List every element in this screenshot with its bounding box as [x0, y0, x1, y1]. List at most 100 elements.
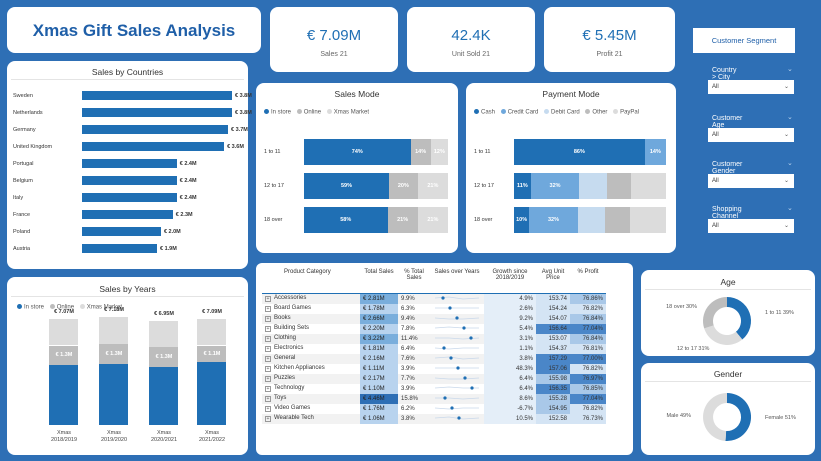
- cell-sparkline: [430, 334, 484, 344]
- donut-slice: [727, 297, 751, 340]
- slicer-value: All: [712, 84, 719, 90]
- slicer-value: All: [712, 178, 719, 184]
- country-label: Portugal: [13, 161, 34, 167]
- category-label: Wearable Tech: [274, 415, 314, 422]
- country-value: € 3.8M: [235, 110, 252, 116]
- col-pct-profit[interactable]: % Profit: [570, 269, 606, 293]
- cell-sparkline: [430, 354, 484, 364]
- cell-growth: 1.1%: [484, 343, 536, 354]
- bar-segment: 21%: [387, 207, 418, 233]
- cell-pct: 6.4%: [401, 345, 415, 352]
- slicer-dropdown[interactable]: All ⌄: [708, 80, 794, 94]
- cell-category: + Building Sets: [262, 324, 360, 334]
- cell-pct: 15.8%: [401, 395, 419, 402]
- expand-icon[interactable]: +: [265, 415, 271, 422]
- expand-icon[interactable]: +: [265, 305, 271, 312]
- cell-profit: 76.82%: [570, 303, 606, 314]
- year-segment: [49, 318, 78, 346]
- year-label: Xmas 2020/2021: [151, 430, 177, 443]
- slicer-dropdown[interactable]: All ⌄: [708, 174, 794, 188]
- cell-growth: 9.2%: [484, 313, 536, 324]
- years-chart-card: Sales by Years In store Online Xmas Mark…: [7, 277, 248, 455]
- country-bar: [82, 159, 177, 168]
- year-online-value: € 1.1M: [203, 350, 221, 357]
- expand-icon[interactable]: +: [265, 405, 271, 412]
- cell-category: + General: [262, 354, 360, 364]
- cell-growth: 6.4%: [484, 383, 536, 394]
- col-pct-sales[interactable]: % Total Sales: [398, 269, 430, 293]
- expand-icon[interactable]: +: [265, 295, 271, 302]
- sparkline-line: [434, 347, 479, 349]
- cell-category: + Kitchen Appliances: [262, 364, 360, 374]
- col-sales-over-years[interactable]: Sales over Years: [430, 269, 484, 293]
- chevron-down-icon[interactable]: ⌄: [787, 113, 793, 121]
- slicer-dropdown[interactable]: All ⌄: [708, 219, 794, 233]
- cell-pct: 3.9%: [401, 385, 415, 392]
- sparkline-dot: [443, 395, 447, 400]
- bar-segment: 74%: [304, 139, 411, 165]
- legend-dot-online: [296, 109, 302, 114]
- expand-icon[interactable]: +: [265, 345, 271, 352]
- country-value: € 2.4M: [179, 178, 197, 184]
- country-bar: [82, 142, 225, 151]
- sparkline: [434, 385, 479, 390]
- chevron-down-icon[interactable]: ⌄: [787, 65, 793, 73]
- sparkline: [435, 305, 479, 310]
- expand-icon[interactable]: +: [265, 335, 271, 342]
- cell-profit: 76.86%: [570, 293, 606, 304]
- country-row: Poland € 2.0M: [13, 227, 223, 237]
- cell-price: 157.29: [536, 353, 570, 364]
- payment-mode-legend: Cash Credit Card Debit Card Other PayPal: [474, 109, 639, 116]
- legend-xmas: Xmas Market: [333, 109, 370, 116]
- col-total-sales[interactable]: Total Sales: [360, 269, 398, 293]
- category-label: Books: [274, 315, 291, 322]
- country-value: € 3.8M: [235, 93, 252, 99]
- cell-sales: € 1.76M: [360, 403, 398, 414]
- sparkline: [434, 315, 480, 320]
- slicer-dropdown[interactable]: All ⌄: [708, 128, 794, 142]
- expand-icon[interactable]: +: [265, 375, 271, 382]
- col-growth[interactable]: Growth since 2018/2019: [484, 269, 536, 293]
- category-label: Video Games: [274, 405, 311, 412]
- cell-price: 153.07: [536, 333, 570, 344]
- expand-icon[interactable]: +: [265, 355, 271, 362]
- cell-growth: 6.4%: [484, 373, 536, 384]
- year-label: Xmas 2018/2019: [51, 430, 77, 443]
- year-online-value: € 1.3M: [105, 350, 123, 357]
- stacked-row: 12 to 17 59% 20% 21%: [264, 173, 452, 199]
- cell-price: 154.24: [536, 303, 570, 314]
- cell-sparkline: [430, 394, 484, 404]
- chevron-down-icon[interactable]: ⌄: [787, 159, 793, 167]
- cell-sales: € 1.10M: [360, 383, 398, 394]
- row-label: 18 over: [264, 217, 283, 223]
- country-label: Austria: [13, 246, 31, 252]
- sales-mode-title: Sales Mode: [334, 89, 380, 99]
- expand-icon[interactable]: +: [265, 395, 271, 402]
- country-label: Italy: [13, 195, 24, 201]
- stacked-row: 18 over 10% 32%: [474, 207, 670, 233]
- cell-sparkline: [430, 314, 484, 324]
- bar-segment: 10%: [514, 207, 530, 233]
- expand-icon[interactable]: +: [265, 365, 271, 372]
- country-value: € 2.0M: [163, 229, 181, 235]
- sparkline: [435, 395, 480, 400]
- expand-icon[interactable]: +: [265, 325, 271, 332]
- legend-other: Other: [592, 109, 608, 116]
- col-category[interactable]: Product Category: [262, 269, 360, 293]
- country-bar: [82, 193, 177, 202]
- expand-icon[interactable]: +: [265, 385, 271, 392]
- expand-icon[interactable]: +: [265, 315, 271, 322]
- bar-segment: [606, 173, 632, 199]
- cell-category: + Puzzles: [262, 374, 360, 384]
- title-card: Xmas Gift Sales Analysis: [7, 7, 261, 53]
- cell-sparkline: [430, 404, 484, 414]
- chevron-down-icon[interactable]: ⌄: [787, 204, 793, 212]
- countries-underline: [11, 79, 244, 80]
- cell-sparkline: [430, 374, 484, 384]
- kpi-profit-value: € 5.45M: [582, 27, 637, 44]
- cell-sales: € 2.17M: [360, 373, 398, 384]
- table-row: + Electronics € 1.81M 6.4% 1.1% 154.37 76.81%: [262, 343, 606, 354]
- legend-credit: Credit Card: [507, 109, 539, 116]
- cell-sparkline: [430, 344, 484, 354]
- col-avg-price[interactable]: Avg Unit Price: [536, 269, 570, 293]
